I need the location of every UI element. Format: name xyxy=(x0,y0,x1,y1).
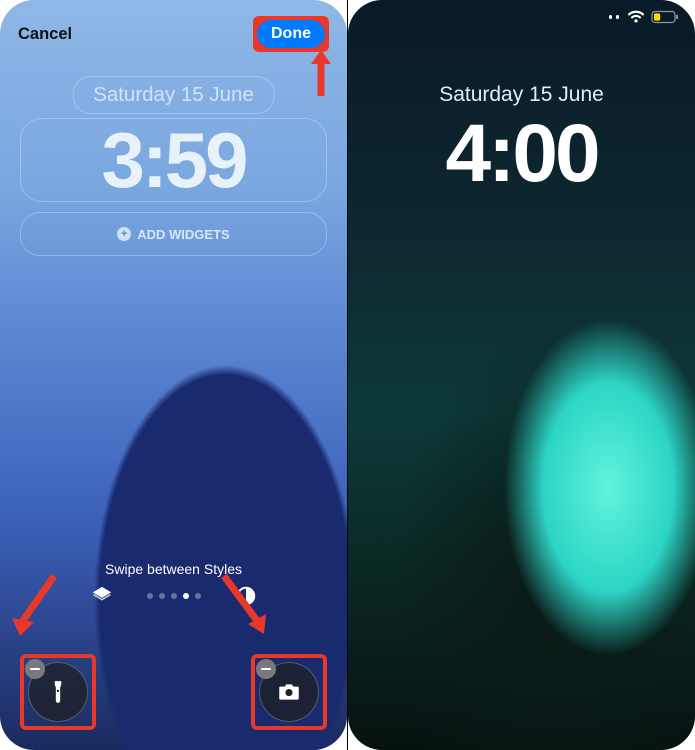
clock-text: 3:59 xyxy=(101,121,245,199)
plus-icon: + xyxy=(117,227,131,241)
phone-right-lockscreen: Saturday 15 June 4:00 xyxy=(348,0,695,750)
date-widget[interactable]: Saturday 15 June xyxy=(72,76,275,114)
flashlight-button[interactable] xyxy=(28,662,88,722)
add-widgets-label: ADD WIDGETS xyxy=(137,227,229,242)
page-dot xyxy=(147,593,153,599)
clock-widget[interactable]: 3:59 xyxy=(20,118,327,202)
add-widgets-button[interactable]: + ADD WIDGETS xyxy=(20,212,327,256)
annotation-highlight-flashlight xyxy=(20,654,96,730)
camera-button[interactable] xyxy=(259,662,319,722)
camera-icon xyxy=(276,679,302,705)
styles-pager: Swipe between Styles xyxy=(0,561,347,607)
battery-low-icon xyxy=(651,10,679,24)
status-bar-right xyxy=(609,10,680,24)
contrast-icon[interactable] xyxy=(235,585,257,607)
page-dot xyxy=(171,593,177,599)
cellular-signal-icon xyxy=(609,15,620,19)
edit-topbar: Cancel Done xyxy=(0,14,347,54)
page-dots[interactable] xyxy=(147,593,201,599)
layers-icon[interactable] xyxy=(91,585,113,607)
remove-badge-icon[interactable] xyxy=(25,659,45,679)
done-button[interactable]: Done xyxy=(257,20,325,48)
page-dot-active xyxy=(183,593,189,599)
wifi-icon xyxy=(627,10,645,24)
cancel-button[interactable]: Cancel xyxy=(18,25,72,44)
lockscreen-clock: 4:00 xyxy=(348,107,695,201)
quick-actions-row xyxy=(0,654,347,730)
swipe-styles-label: Swipe between Styles xyxy=(105,561,242,577)
annotation-highlight-camera xyxy=(251,654,327,730)
remove-badge-icon[interactable] xyxy=(256,659,276,679)
page-dot xyxy=(159,593,165,599)
annotation-highlight-done: Done xyxy=(253,16,329,52)
phone-left-edit-mode: Cancel Done Saturday 15 June 3:59 + ADD … xyxy=(0,0,347,750)
flashlight-icon xyxy=(45,679,71,705)
lockscreen-date: Saturday 15 June xyxy=(348,83,695,107)
page-dot xyxy=(195,593,201,599)
